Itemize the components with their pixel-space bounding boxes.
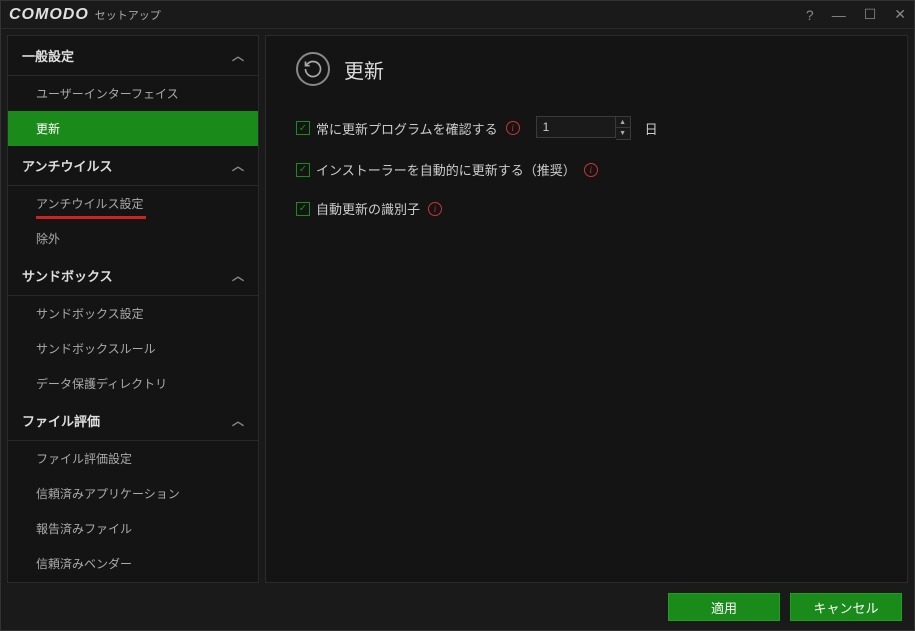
sidebar-item-sandbox-rules[interactable]: サンドボックスルール <box>8 331 258 366</box>
sidebar-item-updates[interactable]: 更新 <box>8 111 258 146</box>
sidebar-section-label: 一般設定 <box>22 46 74 65</box>
sidebar-item-label: ユーザーインターフェイス <box>36 87 179 101</box>
sidebar-item-label: アンチウイルス設定 <box>36 197 144 211</box>
sidebar: 一般設定 ︿ ユーザーインターフェイス 更新 アンチウイルス ︿ アンチウイルス… <box>7 35 259 583</box>
sidebar-item-data-protection[interactable]: データ保護ディレクトリ <box>8 366 258 401</box>
sidebar-item-label: 信頼済みアプリケーション <box>36 487 180 501</box>
chevron-up-icon: ︿ <box>232 412 244 429</box>
titlebar: COMODO セットアップ ? — ☐ ✕ <box>1 1 914 29</box>
days-input-wrap: ▲ ▼ <box>536 116 631 140</box>
sidebar-item-label: データ保護ディレクトリ <box>36 377 167 391</box>
sidebar-item-trusted-apps[interactable]: 信頼済みアプリケーション <box>8 476 258 511</box>
window-title: セットアップ <box>95 7 161 23</box>
refresh-icon <box>296 52 330 86</box>
days-input[interactable] <box>536 116 616 138</box>
sidebar-item-label: 報告済みファイル <box>36 522 132 536</box>
button-label: 適用 <box>711 598 737 617</box>
content-panel: 更新 ✓ 常に更新プログラムを確認する i ▲ ▼ 日 ✓ インストーラーを自動… <box>265 35 908 583</box>
minimize-icon[interactable]: — <box>832 6 846 23</box>
setting-check-updates: ✓ 常に更新プログラムを確認する i ▲ ▼ 日 <box>296 116 877 140</box>
close-icon[interactable]: ✕ <box>894 6 906 23</box>
spinner-down-icon[interactable]: ▼ <box>616 128 630 139</box>
sidebar-section-sandbox[interactable]: サンドボックス ︿ <box>8 256 258 296</box>
sidebar-item-label: サンドボックス設定 <box>36 307 144 321</box>
setting-auto-update-identifier: ✓ 自動更新の識別子 i <box>296 199 877 218</box>
spinner-up-icon[interactable]: ▲ <box>616 117 630 128</box>
chevron-up-icon: ︿ <box>232 157 244 174</box>
apply-button[interactable]: 適用 <box>668 593 780 621</box>
info-icon[interactable]: i <box>584 163 598 177</box>
sidebar-section-label: アンチウイルス <box>22 156 112 175</box>
info-icon[interactable]: i <box>506 121 520 135</box>
page-title: 更新 <box>344 55 384 84</box>
maximize-icon[interactable]: ☐ <box>864 6 877 23</box>
cancel-button[interactable]: キャンセル <box>790 593 902 621</box>
sidebar-item-file-rating-settings[interactable]: ファイル評価設定 <box>8 441 258 476</box>
sidebar-item-sandbox-settings[interactable]: サンドボックス設定 <box>8 296 258 331</box>
sidebar-item-label: 除外 <box>36 232 60 246</box>
sidebar-item-label: 信頼済みベンダー <box>36 557 132 571</box>
chevron-up-icon: ︿ <box>232 47 244 64</box>
sidebar-item-label: 更新 <box>36 122 60 136</box>
sidebar-item-trusted-vendors[interactable]: 信頼済みベンダー <box>8 546 258 581</box>
setting-label: インストーラーを自動的に更新する（推奨） <box>316 160 576 179</box>
button-label: キャンセル <box>813 598 878 617</box>
sidebar-item-ui[interactable]: ユーザーインターフェイス <box>8 76 258 111</box>
app-logo: COMODO <box>9 6 89 24</box>
content-header: 更新 <box>296 52 877 86</box>
setting-label: 常に更新プログラムを確認する <box>316 119 498 138</box>
chevron-up-icon: ︿ <box>232 267 244 284</box>
checkbox-auto-update-identifier[interactable]: ✓ <box>296 202 310 216</box>
sidebar-section-antivirus[interactable]: アンチウイルス ︿ <box>8 146 258 186</box>
footer: 適用 キャンセル <box>1 589 914 625</box>
days-spinner: ▲ ▼ <box>616 116 631 140</box>
sidebar-item-label: サンドボックスルール <box>36 342 156 356</box>
window-controls: ? — ☐ ✕ <box>806 6 906 23</box>
sidebar-item-antivirus-settings[interactable]: アンチウイルス設定 <box>8 186 258 221</box>
setting-label: 自動更新の識別子 <box>316 199 420 218</box>
checkbox-check-updates[interactable]: ✓ <box>296 121 310 135</box>
info-icon[interactable]: i <box>428 202 442 216</box>
help-icon[interactable]: ? <box>806 6 814 23</box>
setting-auto-update-installer: ✓ インストーラーを自動的に更新する（推奨） i <box>296 160 877 179</box>
sidebar-item-exclusions[interactable]: 除外 <box>8 221 258 256</box>
days-unit: 日 <box>645 119 658 138</box>
checkbox-auto-update-installer[interactable]: ✓ <box>296 163 310 177</box>
sidebar-section-label: ファイル評価 <box>22 411 100 430</box>
sidebar-section-file-rating[interactable]: ファイル評価 ︿ <box>8 401 258 441</box>
sidebar-item-label: ファイル評価設定 <box>36 452 132 466</box>
sidebar-item-reported-files[interactable]: 報告済みファイル <box>8 511 258 546</box>
sidebar-section-general[interactable]: 一般設定 ︿ <box>8 36 258 76</box>
sidebar-section-label: サンドボックス <box>22 266 113 285</box>
